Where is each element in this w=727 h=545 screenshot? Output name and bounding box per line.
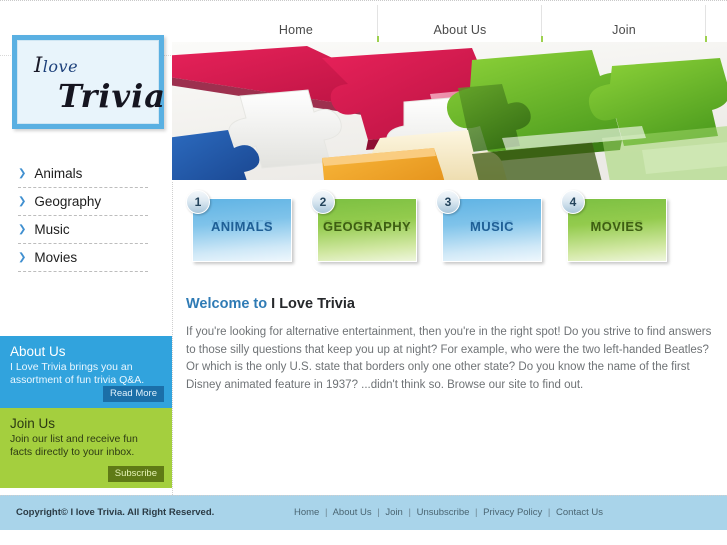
category-menu: ❯ Animals ❯ Geography ❯ Music ❯ Movies xyxy=(18,160,148,272)
tile-label: MOVIES xyxy=(590,218,644,234)
welcome-paragraph: If you're looking for alternative entert… xyxy=(186,326,712,391)
chevron-right-icon: ❯ xyxy=(18,251,27,263)
footer-link-contact-us[interactable]: Contact Us xyxy=(556,507,603,518)
sidebar-item-movies[interactable]: ❯ Movies xyxy=(18,244,148,272)
nav-link-label[interactable]: Join xyxy=(612,23,636,37)
sidebar-item-label: Geography xyxy=(34,194,102,209)
sidebar-item-animals[interactable]: ❯ Animals xyxy=(18,160,148,188)
left-sidebar: ❯ Animals ❯ Geography ❯ Music ❯ Movies A… xyxy=(0,140,172,495)
sidebar-item-label: Movies xyxy=(34,250,78,265)
about-us-title: About Us xyxy=(10,344,66,359)
footer-link-about-us[interactable]: About Us xyxy=(333,507,372,518)
tile-label: MUSIC xyxy=(470,218,514,234)
tile-label: GEOGRAPHY xyxy=(322,218,412,234)
logo-word-love: love xyxy=(42,57,79,76)
column-divider xyxy=(172,182,174,495)
footer-link-separator: | xyxy=(324,507,328,518)
join-us-panel: Join Us Join our list and receive fun fa… xyxy=(0,408,172,488)
sidebar-item-geography[interactable]: ❯ Geography xyxy=(18,188,148,216)
about-us-panel: About Us I Love Trivia brings you an ass… xyxy=(0,336,172,408)
footer-link-separator: | xyxy=(547,507,551,518)
footer-link-separator: | xyxy=(377,507,380,518)
chevron-right-icon: ❯ xyxy=(18,167,27,179)
footer-link-separator: | xyxy=(408,507,411,518)
footer-link-separator: | xyxy=(475,507,478,518)
join-us-text: Join our list and receive fun facts dire… xyxy=(10,433,138,458)
nav-separator xyxy=(705,5,707,47)
tile-number-badge: 4 xyxy=(561,190,585,214)
puzzle-illustration xyxy=(172,42,727,180)
logo-letter-i: I xyxy=(34,53,43,77)
chevron-right-icon: ❯ xyxy=(18,195,27,207)
about-us-text: I Love Trivia brings you an assortment o… xyxy=(10,361,145,386)
tile-music[interactable]: 3 MUSIC MUSIC xyxy=(436,190,542,268)
footer-link-privacy-policy[interactable]: Privacy Policy xyxy=(483,507,542,518)
subscribe-button[interactable]: Subscribe xyxy=(107,466,164,482)
sidebar-item-label: Music xyxy=(34,222,70,237)
sidebar-item-label: Animals xyxy=(34,166,83,181)
site-logo[interactable]: Ilove Trivia xyxy=(12,35,165,129)
footer-links: Home | About Us | Join | Unsubscribe | P… xyxy=(294,507,603,518)
footer-link-home[interactable]: Home xyxy=(294,507,319,518)
tile-label: ANIMALS xyxy=(210,218,274,234)
page-title-accent: Welcome to xyxy=(186,296,268,312)
logo-inner-panel: Ilove Trivia xyxy=(17,40,165,124)
page-title-rest: I Love Trivia xyxy=(267,296,355,312)
footer-link-join[interactable]: Join xyxy=(385,507,402,518)
read-more-button[interactable]: Read More xyxy=(103,386,164,402)
page-root: Home About Us Join Ilove Trivia ❯ Animal… xyxy=(0,0,727,545)
copyright-text: Copyright© I love Trivia. All Right Rese… xyxy=(16,507,215,518)
nav-link-label[interactable]: About Us xyxy=(433,23,486,37)
category-tiles: 1 ANIMALS ANIMALS 2 GEOGRAPHY GEOGRAPHY … xyxy=(186,190,716,282)
footer-link-unsubscribe[interactable]: Unsubscribe xyxy=(417,507,470,518)
nav-link-label[interactable]: Home xyxy=(279,23,313,37)
main-content: Welcome to I Love Trivia If you're looki… xyxy=(186,296,720,394)
tile-number-badge: 1 xyxy=(186,190,210,214)
banner-puzzle-image xyxy=(172,42,727,180)
tile-number-badge: 3 xyxy=(436,190,460,214)
tile-number-badge: 2 xyxy=(311,190,335,214)
tile-animals[interactable]: 1 ANIMALS ANIMALS xyxy=(186,190,292,268)
join-us-title: Join Us xyxy=(10,416,56,431)
tile-movies[interactable]: 4 MOVIES MOVIES xyxy=(561,190,667,268)
sidebar-item-music[interactable]: ❯ Music xyxy=(18,216,148,244)
chevron-right-icon: ❯ xyxy=(18,223,27,235)
page-footer: Copyright© I love Trivia. All Right Rese… xyxy=(0,495,727,530)
logo-text-line-1: Ilove xyxy=(34,53,78,77)
logo-text-line-2: Trivia xyxy=(58,77,166,115)
tile-geography[interactable]: 2 GEOGRAPHY GEOGRAPHY xyxy=(311,190,417,268)
page-title: Welcome to I Love Trivia xyxy=(186,296,720,312)
